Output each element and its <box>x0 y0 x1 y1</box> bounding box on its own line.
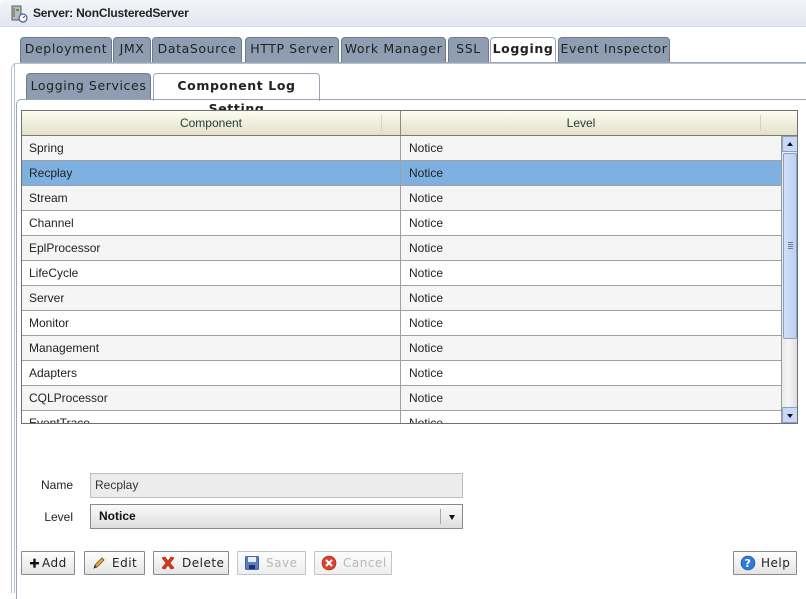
edit-button[interactable]: Edit <box>84 551 145 575</box>
table-row[interactable]: Management Notice <box>22 336 782 361</box>
component-cell: EplProcessor <box>22 236 401 260</box>
add-button-label: Add <box>42 556 67 570</box>
plus-icon <box>30 558 39 568</box>
name-field[interactable]: Recplay <box>90 473 463 498</box>
server-icon <box>11 5 28 23</box>
component-cell: Spring <box>22 136 401 160</box>
component-cell: Management <box>22 336 401 360</box>
component-cell: Recplay <box>22 161 401 185</box>
level-cell: Notice <box>409 316 444 330</box>
component-cell: LifeCycle <box>22 261 401 285</box>
pencil-icon <box>93 557 105 569</box>
tab-component-log-setting[interactable]: Component Log Setting <box>153 73 320 116</box>
table-row[interactable]: Stream Notice <box>22 186 782 211</box>
component-cell: Channel <box>22 211 401 235</box>
save-button[interactable]: Save <box>237 551 306 575</box>
level-cell: Notice <box>409 266 444 280</box>
table-row[interactable]: Spring Notice <box>22 136 782 161</box>
tab-logging[interactable]: Logging <box>490 37 556 64</box>
component-cell: Server <box>22 286 401 310</box>
table-row[interactable]: Adapters Notice <box>22 361 782 386</box>
level-label: Level <box>44 510 73 524</box>
component-cell: Stream <box>22 186 401 210</box>
level-select[interactable]: Notice <box>90 504 463 529</box>
select-divider <box>440 509 441 524</box>
table-row[interactable]: Monitor Notice <box>22 311 782 336</box>
arrow-up-icon <box>787 142 793 146</box>
level-cell: Notice <box>409 216 444 230</box>
table-row[interactable]: CQLProcessor Notice <box>22 386 782 411</box>
edit-button-label: Edit <box>112 556 138 570</box>
grip-icon <box>788 242 793 250</box>
level-cell: Notice <box>409 366 444 380</box>
component-cell: EventTrace <box>22 411 401 423</box>
table-row[interactable]: Channel Notice <box>22 211 782 236</box>
arrow-down-icon <box>787 414 793 418</box>
level-cell: Notice <box>409 391 444 405</box>
column-resize-handle[interactable] <box>760 115 761 131</box>
tab-datasource[interactable]: DataSource <box>152 37 242 63</box>
delete-button-label: Delete <box>182 556 225 570</box>
save-button-label: Save <box>266 556 298 570</box>
delete-button[interactable]: Delete <box>153 551 229 575</box>
tab-ssl[interactable]: SSL <box>448 37 489 63</box>
tab-jmx[interactable]: JMX <box>113 37 151 63</box>
component-cell: Adapters <box>22 361 401 385</box>
component-cell: Monitor <box>22 311 401 335</box>
component-cell: CQLProcessor <box>22 386 401 410</box>
scroll-down-button[interactable] <box>782 407 797 423</box>
column-header-level[interactable]: Level <box>402 111 760 135</box>
cancel-circle-icon <box>321 555 337 571</box>
table-header: Component Level <box>22 111 797 136</box>
tab-logging-services[interactable]: Logging Services <box>26 73 151 100</box>
help-button[interactable]: ? Help <box>733 551 797 575</box>
component-level-table: Component Level Spring Notice Recplay Notic… <box>21 110 798 424</box>
table-row[interactable]: Server Notice <box>22 286 782 311</box>
column-resize-handle[interactable] <box>381 115 382 131</box>
help-question-icon: ? <box>740 555 756 571</box>
level-cell: Notice <box>409 416 444 424</box>
table-row[interactable]: LifeCycle Notice <box>22 261 782 286</box>
tab-http-server[interactable]: HTTP Server <box>245 37 339 63</box>
column-header-component[interactable]: Component <box>22 111 401 135</box>
table-row[interactable]: EplProcessor Notice <box>22 236 782 261</box>
floppy-disk-icon <box>245 556 259 570</box>
delete-x-icon <box>161 556 175 570</box>
level-cell: Notice <box>409 166 444 180</box>
cancel-button-label: Cancel <box>343 556 387 570</box>
tab-event-inspector[interactable]: Event Inspector <box>558 37 670 63</box>
tab-deployment[interactable]: Deployment <box>20 37 112 63</box>
level-cell: Notice <box>409 341 444 355</box>
scroll-thumb[interactable] <box>783 153 797 339</box>
level-cell: Notice <box>409 291 444 305</box>
chevron-down-icon <box>449 515 455 520</box>
table-row[interactable]: Recplay Notice <box>22 161 782 186</box>
level-select-value: Notice <box>99 509 136 523</box>
scroll-up-button[interactable] <box>782 136 797 152</box>
vertical-scrollbar[interactable] <box>781 136 797 423</box>
help-button-label: Help <box>761 556 791 570</box>
svg-text:?: ? <box>745 557 752 570</box>
tab-work-manager[interactable]: Work Manager <box>341 37 446 63</box>
window-title: Server: NonClusteredServer <box>33 6 189 20</box>
level-cell: Notice <box>409 191 444 205</box>
name-label: Name <box>40 478 73 492</box>
cancel-button[interactable]: Cancel <box>314 551 392 575</box>
add-button[interactable]: Add <box>21 551 75 575</box>
window-titlebar: Server: NonClusteredServer <box>0 0 806 27</box>
level-cell: Notice <box>409 141 444 155</box>
table-row[interactable]: EventTrace Notice <box>22 411 782 424</box>
level-cell: Notice <box>409 241 444 255</box>
